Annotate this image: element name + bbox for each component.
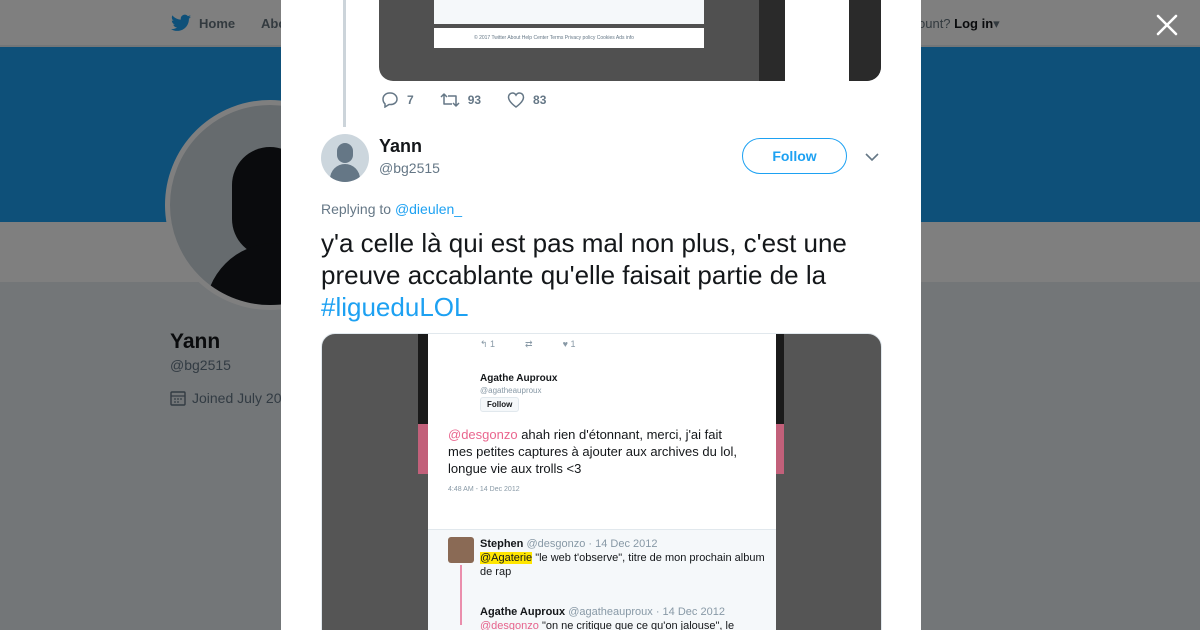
tweet-author-handle[interactable]: @bg2515: [379, 160, 440, 176]
retweet-action[interactable]: 93: [440, 92, 481, 108]
embedded-author-name: Agathe Auproux: [480, 373, 558, 384]
replying-to-link[interactable]: @dieulen_: [395, 201, 462, 217]
tweet-author-name[interactable]: Yann: [379, 136, 422, 157]
reply-count: 7: [407, 93, 414, 107]
embedded-mention: @desgonzo: [448, 427, 518, 442]
media-thumbnail: [759, 0, 881, 81]
embedded-screenshot: ↰ 1 ⇄ ♥ 1 Agathe Auproux @agatheauproux …: [428, 334, 776, 630]
tweet-modal: © 2017 Twitter About Help Center Terms P…: [281, 0, 921, 630]
reply2-text: "on ne critique que ce qu'on jalouse", l…: [541, 620, 735, 630]
embedded-timestamp: 4:48 AM - 14 Dec 2012: [448, 486, 520, 493]
reply1-mention: @Agaterie: [480, 552, 533, 564]
retweet-icon: [440, 93, 460, 107]
like-icon: [507, 92, 525, 108]
retweet-count: 93: [467, 93, 482, 107]
embedded-follow-button: Follow: [480, 397, 520, 412]
embedded-like-icon: ♥ 1: [562, 339, 576, 349]
embedded-reply-1: Stephen @desgonzo · 14 Dec 2012 @Agateri…: [480, 537, 770, 579]
like-action[interactable]: 83: [507, 92, 546, 108]
reply2-name: Agathe Auproux: [480, 606, 566, 618]
close-icon[interactable]: [1154, 12, 1180, 38]
embedded-thread-line: [460, 565, 462, 625]
reply1-name: Stephen: [480, 538, 524, 550]
embedded-reply-avatar: [448, 537, 474, 563]
previous-tweet-actions: 7 93 83: [381, 92, 572, 108]
tweet-avatar[interactable]: [321, 134, 369, 182]
embedded-tweet-text: @desgonzo ahah rien d'étonnant, merci, j…: [448, 426, 748, 477]
reply2-mention: @desgonzo: [480, 620, 539, 630]
reply2-meta: @agatheauproux · 14 Dec 2012: [568, 606, 725, 618]
tweet-hashtag[interactable]: #ligueduLOL: [321, 292, 468, 322]
chevron-down-icon[interactable]: [865, 150, 879, 164]
reply1-meta: @desgonzo · 14 Dec 2012: [526, 538, 658, 550]
reply-icon: [382, 92, 398, 108]
tweet-text: y'a celle là qui est pas mal non plus, c…: [321, 227, 891, 323]
embedded-reply-icon: ↰ 1: [480, 339, 496, 349]
media-footer-pane: © 2017 Twitter About Help Center Terms P…: [434, 28, 704, 48]
like-count: 83: [533, 93, 547, 107]
embedded-reply-2: Agathe Auproux @agatheauproux · 14 Dec 2…: [480, 605, 770, 630]
embedded-author-handle: @agatheauproux: [480, 386, 542, 395]
reply-action[interactable]: 7: [381, 92, 414, 108]
replying-prefix: Replying to: [321, 201, 392, 217]
embedded-retweet-icon: ⇄: [525, 339, 533, 349]
tweet-media-image[interactable]: ↰ 1 ⇄ ♥ 1 Agathe Auproux @agatheauproux …: [321, 333, 882, 630]
previous-tweet-media[interactable]: © 2017 Twitter About Help Center Terms P…: [379, 0, 881, 81]
replying-to: Replying to @dieulen_: [321, 201, 462, 217]
embedded-icons-row: ↰ 1 ⇄ ♥ 1: [480, 339, 575, 350]
tweet-body: y'a celle là qui est pas mal non plus, c…: [321, 228, 847, 290]
media-footer-text: © 2017 Twitter About Help Center Terms P…: [474, 35, 634, 41]
thread-connector: [343, 0, 346, 127]
media-pane: [434, 0, 704, 24]
follow-button[interactable]: Follow: [742, 138, 847, 174]
